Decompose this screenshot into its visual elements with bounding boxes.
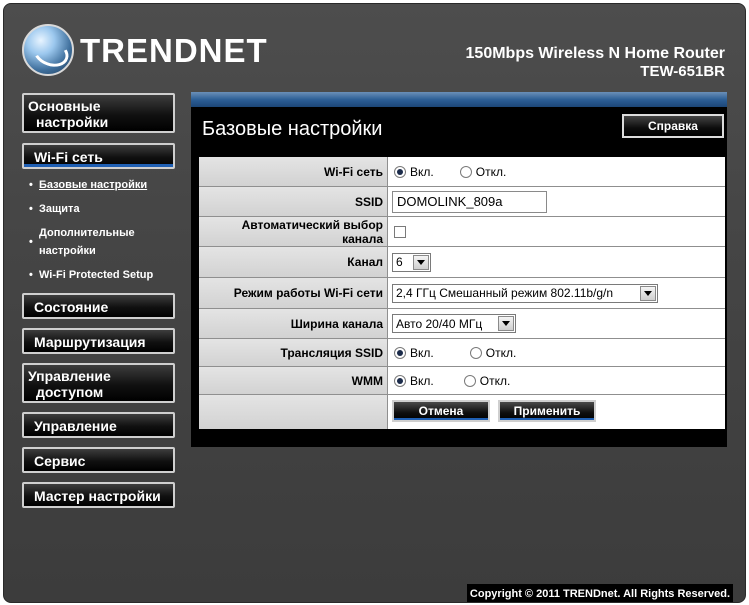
mode-select[interactable]: 2,4 ГГц Смешанный режим 802.11b/g/n xyxy=(392,283,658,303)
page-title: Базовые настройки xyxy=(202,118,383,140)
row-wifi-enable: Wi-Fi сеть Вкл. Откл. xyxy=(199,157,725,187)
apply-button[interactable]: Применить xyxy=(498,400,596,422)
field-label: WMM xyxy=(199,367,388,394)
sidebar-item-label: Состояние xyxy=(34,299,109,315)
submenu-item-security[interactable]: • Защита xyxy=(29,200,80,218)
row-wmm: WMM Вкл. Откл. xyxy=(199,367,725,395)
wmm-off-radio[interactable] xyxy=(463,374,476,387)
row-auto-channel: Автоматический выбор канала xyxy=(199,217,725,247)
row-mode: Режим работы Wi-Fi сети 2,4 ГГц Смешанны… xyxy=(199,278,725,309)
sidebar-item-label: Управление xyxy=(34,418,117,434)
content-panel: Базовые настройки Справка Wi-Fi сеть Вкл… xyxy=(191,92,727,447)
router-admin-window: TRENDNET 150Mbps Wireless N Home Router … xyxy=(3,3,746,603)
submenu-item-basic-settings[interactable]: • Базовые настройки xyxy=(29,176,147,194)
wmm-on-radio[interactable] xyxy=(394,374,406,387)
panel-title-bar xyxy=(191,92,727,107)
channel-select[interactable]: 6 xyxy=(392,252,431,272)
field-label: Wi-Fi сеть xyxy=(199,157,388,186)
field-label: Режим работы Wi-Fi сети xyxy=(199,278,388,308)
wifi-on-radio[interactable] xyxy=(394,165,406,178)
cancel-button[interactable]: Отмена xyxy=(392,400,490,422)
submenu-item-wps[interactable]: • Wi-Fi Protected Setup xyxy=(29,266,153,284)
row-channel: Канал 6 xyxy=(199,247,725,278)
wifi-on-option[interactable]: Вкл. xyxy=(394,165,434,179)
auto-channel-checkbox[interactable] xyxy=(394,225,406,238)
brand-logo-text: TRENDNET xyxy=(80,32,268,69)
sidebar-item-status[interactable]: Состояние xyxy=(22,293,175,319)
field-label: Автоматический выбор канала xyxy=(199,217,388,246)
sidebar-item-tools[interactable]: Сервис xyxy=(22,447,175,473)
sidebar-item-routing[interactable]: Маршрутизация xyxy=(22,328,175,354)
wifi-off-option[interactable]: Откл. xyxy=(459,165,506,179)
sidebar-item-label: Управление доступом xyxy=(28,368,111,400)
copyright-footer: Copyright © 2011 TRENDnet. All Rights Re… xyxy=(467,584,733,602)
actions-label-cell xyxy=(199,395,388,429)
chevron-down-icon[interactable] xyxy=(413,254,429,270)
sidebar-item-label: Сервис xyxy=(34,453,86,469)
trendnet-logo-icon xyxy=(22,24,74,76)
sidebar-item-label: Основные настройки xyxy=(28,98,109,130)
submenu-item-advanced[interactable]: • Дополнительные настройки xyxy=(29,224,135,260)
ssid-input[interactable] xyxy=(392,190,547,213)
sidebar-item-label: Маршрутизация xyxy=(34,334,146,350)
wmm-off-option[interactable]: Откл. xyxy=(463,374,510,388)
product-model: TEW-651BR xyxy=(640,63,725,80)
help-button[interactable]: Справка xyxy=(622,114,724,138)
ssid-broadcast-off-radio[interactable] xyxy=(469,346,482,359)
field-label: SSID xyxy=(199,187,388,216)
field-label: Ширина канала xyxy=(199,309,388,338)
ssid-broadcast-on-option[interactable]: Вкл. xyxy=(394,346,434,360)
ssid-broadcast-on-radio[interactable] xyxy=(394,346,406,359)
product-line: 150Mbps Wireless N Home Router xyxy=(465,45,725,62)
sidebar-item-basic-setup[interactable]: Основные настройки xyxy=(22,93,175,133)
sidebar-item-wizard[interactable]: Мастер настройки xyxy=(22,482,175,508)
chevron-down-icon[interactable] xyxy=(640,285,656,301)
sidebar-item-wifi[interactable]: Wi-Fi сеть xyxy=(22,143,175,169)
field-label: Трансляция SSID xyxy=(199,339,388,366)
sidebar-item-label: Мастер настройки xyxy=(34,488,161,504)
field-label: Канал xyxy=(199,247,388,277)
wifi-basic-settings-form: Wi-Fi сеть Вкл. Откл. SSID Автоматически… xyxy=(199,157,725,429)
row-channel-width: Ширина канала Авто 20/40 МГц xyxy=(199,309,725,339)
wmm-on-option[interactable]: Вкл. xyxy=(394,374,434,388)
sidebar-item-access-control[interactable]: Управление доступом xyxy=(22,363,175,403)
ssid-broadcast-off-option[interactable]: Откл. xyxy=(469,346,516,360)
chevron-down-icon[interactable] xyxy=(498,316,514,331)
row-ssid-broadcast: Трансляция SSID Вкл. Откл. xyxy=(199,339,725,367)
sidebar-item-management[interactable]: Управление xyxy=(22,412,175,438)
wifi-off-radio[interactable] xyxy=(459,165,472,178)
sidebar-item-label: Wi-Fi сеть xyxy=(34,149,103,165)
row-actions: Отмена Применить xyxy=(199,395,725,429)
row-ssid: SSID xyxy=(199,187,725,217)
channel-width-select[interactable]: Авто 20/40 МГц xyxy=(392,314,516,333)
